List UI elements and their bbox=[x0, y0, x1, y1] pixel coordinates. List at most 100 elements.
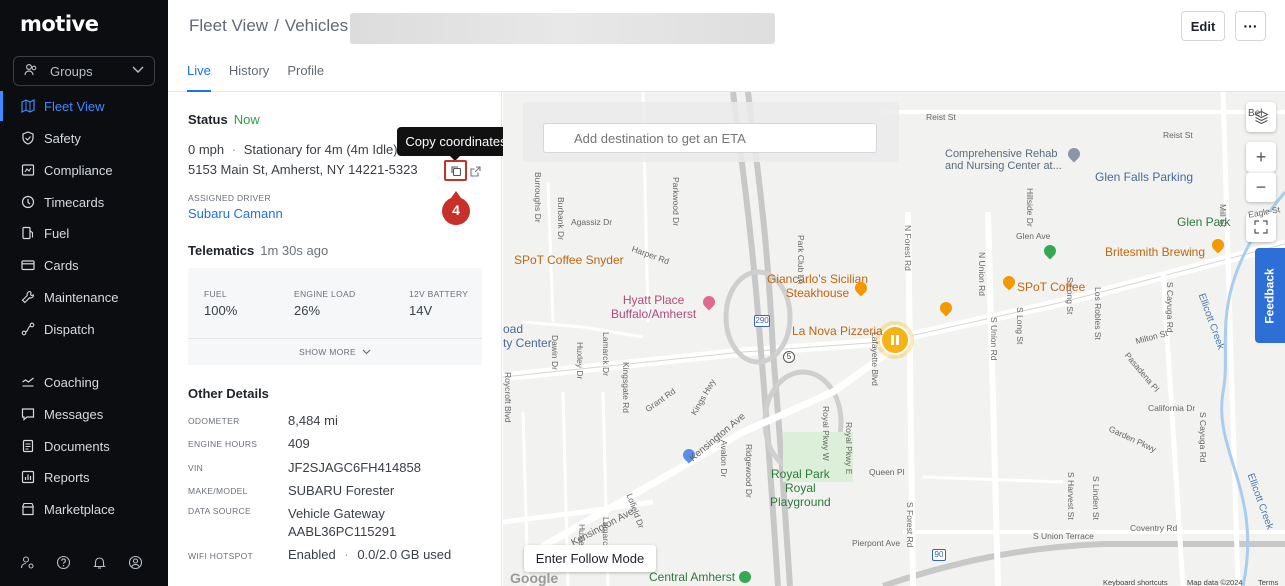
groups-icon bbox=[24, 63, 40, 80]
poi-hyatt-place[interactable]: Hyatt Place Buffalo/Amherst bbox=[611, 293, 696, 321]
breadcrumb-vehicles[interactable]: Vehicles bbox=[285, 16, 348, 36]
show-more-button[interactable]: SHOW MORE bbox=[188, 338, 482, 365]
sidebar-footer bbox=[20, 555, 144, 571]
sidebar-item-fuel[interactable]: Fuel bbox=[0, 218, 168, 248]
wifi-usage: 0.0/2.0 GB used bbox=[357, 547, 452, 562]
street-label: Parkwood Dr bbox=[671, 177, 681, 227]
street-label: Coventry Rd bbox=[1130, 523, 1178, 533]
sidebar-item-cards[interactable]: Cards bbox=[0, 250, 168, 280]
engine-hours-value: 409 bbox=[288, 436, 310, 451]
vehicle-marker[interactable] bbox=[880, 325, 910, 355]
poi-royal-park[interactable]: Royal Park Royal Playground bbox=[770, 467, 831, 509]
sidebar-item-reports[interactable]: Reports bbox=[0, 462, 168, 492]
sidebar-item-maintenance[interactable]: Maintenance bbox=[0, 282, 168, 312]
keyboard-shortcuts-link[interactable]: Keyboard shortcuts bbox=[1103, 578, 1168, 586]
vin-value: JF2SJAGC6FH414858 bbox=[288, 460, 421, 475]
tab-profile[interactable]: Profile bbox=[287, 63, 324, 92]
sidebar-item-label: Documents bbox=[44, 438, 110, 454]
data-source-label: DATA SOURCE bbox=[188, 506, 251, 516]
place-pin-icon bbox=[739, 571, 751, 583]
sidebar-item-fleet-view[interactable]: Fleet View bbox=[0, 91, 168, 121]
street-label: Burbank Dr bbox=[556, 197, 566, 240]
street-label: Kingsgate Rd bbox=[621, 362, 631, 414]
zoom-out-button[interactable]: − bbox=[1246, 172, 1276, 202]
sidebar-item-coaching[interactable]: Coaching bbox=[0, 367, 168, 397]
sidebar-item-label: Timecards bbox=[44, 194, 105, 210]
street-label: Reist St bbox=[1163, 130, 1193, 140]
tab-live[interactable]: Live bbox=[187, 63, 211, 92]
sidebar-item-label: Marketplace bbox=[44, 501, 115, 517]
poi-spot-coffee[interactable]: SPoT Coffee bbox=[1017, 280, 1085, 294]
street-label: Reist St bbox=[926, 112, 956, 122]
feedback-button[interactable]: Feedback bbox=[1255, 248, 1285, 343]
poi-city-center[interactable]: oad ty Center bbox=[503, 322, 552, 350]
show-more-label: SHOW MORE bbox=[298, 347, 356, 357]
street-label: California Dr bbox=[1148, 403, 1196, 413]
pause-icon bbox=[891, 335, 899, 345]
sidebar-item-safety[interactable]: Safety bbox=[0, 123, 168, 153]
eta-destination-input[interactable] bbox=[543, 123, 877, 153]
street-label: Royal Pkwy E bbox=[844, 422, 854, 475]
street-label: Lafayette Blvd bbox=[870, 332, 880, 386]
map-icon bbox=[20, 98, 36, 114]
sidebar-item-compliance[interactable]: Compliance bbox=[0, 155, 168, 185]
document-icon bbox=[20, 438, 36, 454]
route-90-shield: 90 bbox=[932, 549, 946, 561]
sidebar-item-label: Reports bbox=[44, 469, 90, 485]
card-icon bbox=[20, 257, 36, 273]
engine-hours-label: ENGINE HOURS bbox=[188, 439, 258, 449]
google-logo: Google bbox=[510, 570, 559, 586]
poi-central-amherst[interactable]: Central Amherst bbox=[649, 570, 735, 584]
separator-dot: · bbox=[231, 142, 237, 157]
groups-label: Groups bbox=[50, 63, 93, 79]
motive-logo[interactable]: motive bbox=[20, 12, 99, 36]
vehicle-address: 5153 Main St, Amherst, NY 14221-5323 bbox=[188, 162, 418, 177]
fullscreen-icon bbox=[1254, 220, 1268, 234]
driver-link[interactable]: Subaru Camann bbox=[188, 206, 283, 221]
data-source-value-1: Vehicle Gateway bbox=[288, 506, 385, 521]
sidebar-item-documents[interactable]: Documents bbox=[0, 431, 168, 461]
poi-glen-falls-parking[interactable]: Glen Falls Parking bbox=[1095, 170, 1193, 184]
route-5-shield: 5 bbox=[783, 351, 795, 363]
street-label: Avalon Dr bbox=[719, 440, 729, 478]
status-title: Status bbox=[188, 112, 228, 127]
enter-follow-mode-button[interactable]: Enter Follow Mode bbox=[524, 545, 656, 572]
sidebar-item-messages[interactable]: Messages bbox=[0, 399, 168, 429]
sidebar-item-timecards[interactable]: Timecards bbox=[0, 187, 168, 217]
chevron-down-icon bbox=[362, 347, 371, 357]
breadcrumb-fleet-view[interactable]: Fleet View bbox=[189, 16, 268, 36]
fuel-label: FUEL bbox=[204, 289, 227, 299]
street-label: Queen Pl bbox=[869, 467, 905, 477]
street-label: Agassiz Dr bbox=[571, 217, 613, 227]
street-label: S Union Rd bbox=[989, 317, 999, 361]
edit-button[interactable]: Edit bbox=[1181, 11, 1225, 41]
poi-spot-coffee-snyder[interactable]: SPoT Coffee Snyder bbox=[514, 253, 624, 267]
breadcrumb: Fleet View / Vehicles / bbox=[189, 16, 359, 36]
speed-value: 0 mph bbox=[188, 142, 225, 157]
map-view[interactable]: + − Feedback Comprehensive Rehaband Nurs… bbox=[503, 92, 1285, 586]
make-model-label: MAKE/MODEL bbox=[188, 486, 248, 496]
user-settings-icon[interactable] bbox=[20, 555, 36, 571]
assigned-driver-label: ASSIGNED DRIVER bbox=[188, 193, 271, 203]
account-icon[interactable] bbox=[128, 555, 144, 571]
fuel-value: 100% bbox=[204, 303, 238, 318]
tab-bar: Live History Profile bbox=[187, 63, 324, 92]
groups-dropdown[interactable]: Groups bbox=[13, 56, 155, 86]
tab-history[interactable]: History bbox=[229, 63, 269, 92]
more-options-button[interactable]: ··· bbox=[1235, 11, 1266, 41]
terms-link[interactable]: Terms bbox=[1258, 578, 1278, 586]
poi-giancarlos[interactable]: Giancarlo's Sicilian Steakhouse bbox=[767, 272, 868, 300]
copy-coordinates-tooltip: Copy coordinates bbox=[397, 127, 515, 161]
sidebar-item-dispatch[interactable]: Dispatch bbox=[0, 314, 168, 344]
zoom-in-button[interactable]: + bbox=[1246, 142, 1276, 172]
sidebar-item-marketplace[interactable]: Marketplace bbox=[0, 494, 168, 524]
street-label: Roycroft Blvd bbox=[503, 372, 513, 423]
poi-britesmith-brewing[interactable]: Britesmith Brewing bbox=[1105, 245, 1205, 259]
help-icon[interactable] bbox=[56, 555, 72, 571]
data-source-value-2: AABL36PC115291 bbox=[288, 524, 397, 539]
redacted-vehicle-name bbox=[350, 13, 775, 44]
marketplace-icon bbox=[20, 501, 36, 517]
poi-comprehensive-rehab[interactable]: Comprehensive Rehab and Nursing Center at… bbox=[945, 148, 1062, 172]
external-link-icon[interactable] bbox=[470, 164, 481, 182]
bell-icon[interactable] bbox=[92, 555, 108, 571]
